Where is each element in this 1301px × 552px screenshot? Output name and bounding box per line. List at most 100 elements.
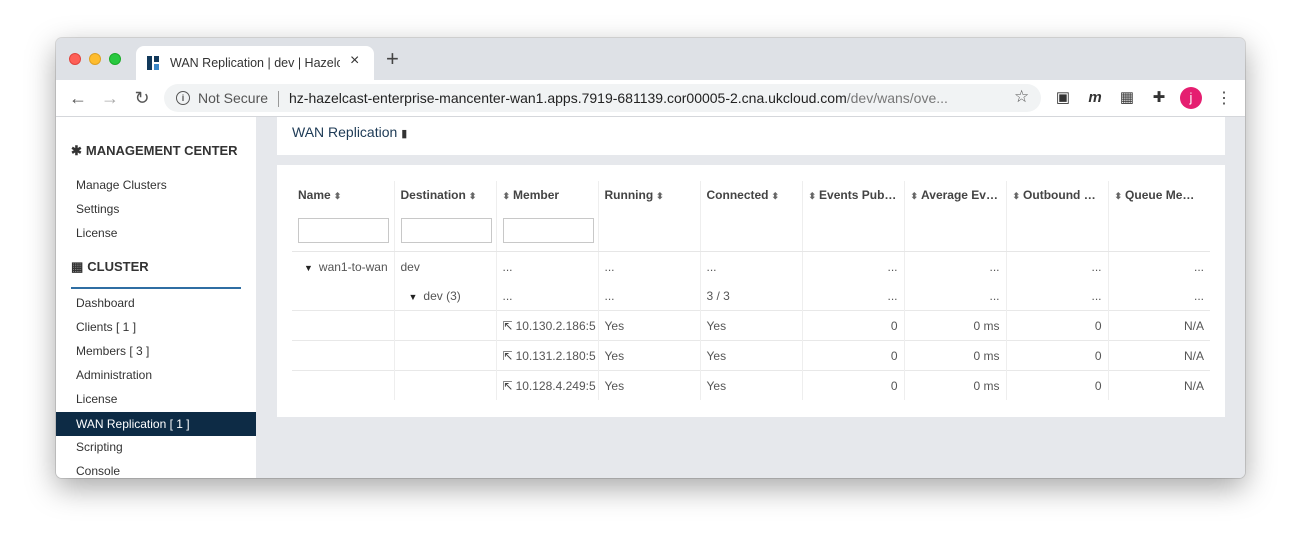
sidebar-item-cluster-license[interactable]: License [76,392,117,406]
sidebar-item-console[interactable]: Console [76,464,120,478]
sort-icon: ⬍ [1012,191,1021,201]
column-header-outbound[interactable]: ⬍ Outbound … [1006,181,1109,209]
security-label: Not Secure [198,90,269,106]
browser-window: WAN Replication | dev | Hazelcast × + ← … [56,38,1245,478]
column-header-connected[interactable]: Connected ⬍ [700,181,803,209]
bookmark-star-icon[interactable]: ☆ [1014,87,1029,107]
running-cell: ... [598,281,701,311]
tab-bar: WAN Replication | dev | Hazelcast × + [56,38,1245,80]
external-link-icon[interactable]: ⇱ [503,319,513,333]
main-content: WAN Replication ▮ Name ⬍ Destination ⬍ ⬍ Mem… [256,117,1245,478]
info-icon[interactable]: i [176,91,190,105]
queue-cell: N/A [1108,310,1210,341]
table-row[interactable]: ⇱ 10.130.2.186:5 Yes Yes 0 0 ms 0 N/A [292,310,1210,341]
page-title-panel: WAN Replication ▮ [277,117,1225,155]
events-cell: 0 [802,340,905,371]
average-cell: 0 ms [904,340,1007,371]
member-cell[interactable]: ⇱ 10.128.4.249:5 [496,370,599,400]
queue-cell: N/A [1108,370,1210,400]
expand-triangle-icon[interactable]: ▼ [409,292,418,302]
external-link-icon[interactable]: ⇱ [503,379,513,393]
name-cell: ▼ wan1-to-wan [292,251,395,281]
wan-table-panel: Name ⬍ Destination ⬍ ⬍ Member Running ⬍ Conn… [277,165,1225,417]
minimize-window-button[interactable] [89,53,101,65]
outbound-cell: ... [1006,281,1109,311]
reload-icon[interactable]: ↻ [132,88,152,108]
connected-cell: ... [700,251,803,281]
dashboard-grid-icon: ▦ [71,259,84,274]
column-header-running[interactable]: Running ⬍ [598,181,701,209]
column-header-average-latency[interactable]: ⬍ Average Ev… [904,181,1007,209]
sort-icon: ⬍ [468,191,477,201]
browser-tab[interactable]: WAN Replication | dev | Hazelcast × [136,46,374,80]
sidebar-item-wan-replication[interactable]: WAN Replication [ 1 ] [56,412,256,436]
sidebar-item-scripting[interactable]: Scripting [76,440,123,454]
destination-cell [394,370,497,400]
column-header-queue-memory[interactable]: ⬍ Queue Me… [1108,181,1210,209]
destination-filter-input[interactable] [400,217,492,243]
address-bar[interactable]: i Not Secure hz-hazelcast-enterprise-man… [164,84,1041,112]
sidebar: ✱ MANAGEMENT CENTER Manage Clusters Setti… [56,117,256,478]
tab-title: WAN Replication | dev | Hazelcast [170,56,340,70]
sort-icon: ⬍ [656,191,664,201]
tab-close-icon[interactable]: × [350,52,359,70]
book-icon[interactable]: ▮ [401,128,407,140]
sidebar-item-administration[interactable]: Administration [76,368,152,382]
address-separator [278,91,279,107]
forward-icon[interactable]: → [100,88,120,108]
events-cell: ... [802,251,905,281]
queue-cell: ... [1193,259,1204,274]
cast-extension-icon[interactable]: ▣ [1054,89,1072,107]
url-text[interactable]: hz-hazelcast-enterprise-mancenter-wan1.a… [289,90,1009,106]
maximize-window-button[interactable] [109,53,121,65]
name-cell [292,340,395,371]
page-title: WAN Replication ▮ [292,124,408,140]
running-cell: Yes [598,340,701,371]
sidebar-item-members[interactable]: Members [ 3 ] [76,344,149,358]
gear-icon: ✱ [71,143,82,158]
sidebar-item-manage-clusters[interactable]: Manage Clusters [76,178,167,192]
connected-cell: Yes [700,370,803,400]
member-cell[interactable]: ⇱ 10.131.2.180:5 [496,340,599,371]
destination-cell [394,310,497,341]
sidebar-item-license[interactable]: License [76,226,117,240]
filter-cell [496,209,599,252]
destination-cell: dev [394,251,497,281]
profile-avatar[interactable]: j [1180,87,1202,109]
column-header-name[interactable]: Name ⬍ [292,181,395,209]
filter-cell [1108,209,1210,252]
member-cell[interactable]: ⇱ 10.130.2.186:5 [496,310,599,341]
new-tab-button[interactable]: + [386,48,399,70]
external-link-icon[interactable]: ⇱ [503,349,513,363]
url-path: /dev/wans/ove... [846,90,948,106]
m-extension-icon[interactable]: m [1086,89,1104,107]
menu-kebab-icon[interactable]: ⋮ [1216,88,1232,108]
apps-grid-icon[interactable]: ▦ [1118,89,1136,107]
table-row[interactable]: ▼ wan1-to-wan dev ... ... ... ... ... ...… [292,251,1210,281]
queue-cell: N/A [1108,340,1210,371]
table-row[interactable]: ▼ dev (3) ... ... 3 / 3 ... ... ... ... [292,281,1210,311]
name-cell [292,281,395,311]
name-cell [292,370,395,400]
column-header-member[interactable]: ⬍ Member [496,181,599,209]
extensions-puzzle-icon[interactable]: ✚ [1150,89,1168,107]
hazelcast-favicon-icon [147,56,159,70]
column-header-destination[interactable]: Destination ⬍ [394,181,497,209]
back-icon[interactable]: ← [68,88,88,108]
filter-cell [904,209,1007,252]
close-window-button[interactable] [69,53,81,65]
column-header-events-published[interactable]: ⬍ Events Pub… [802,181,905,209]
sidebar-item-clients[interactable]: Clients [ 1 ] [76,320,136,334]
expand-triangle-icon[interactable]: ▼ [304,263,313,273]
sidebar-item-settings[interactable]: Settings [76,202,119,216]
table-row[interactable]: ⇱ 10.131.2.180:5 Yes Yes 0 0 ms 0 N/A [292,340,1210,371]
sidebar-item-dashboard[interactable]: Dashboard [76,296,135,310]
table-row[interactable]: ⇱ 10.128.4.249:5 Yes Yes 0 0 ms 0 N/A [292,370,1210,400]
name-filter-input[interactable] [298,217,389,243]
management-center-header: ✱ MANAGEMENT CENTER [71,143,238,158]
sidebar-item-label: WAN Replication [ 1 ] [76,417,190,431]
filter-cell [1006,209,1109,252]
outbound-cell: 0 [1006,310,1109,341]
member-filter-input[interactable] [502,217,594,243]
outbound-cell: ... [1006,251,1109,281]
